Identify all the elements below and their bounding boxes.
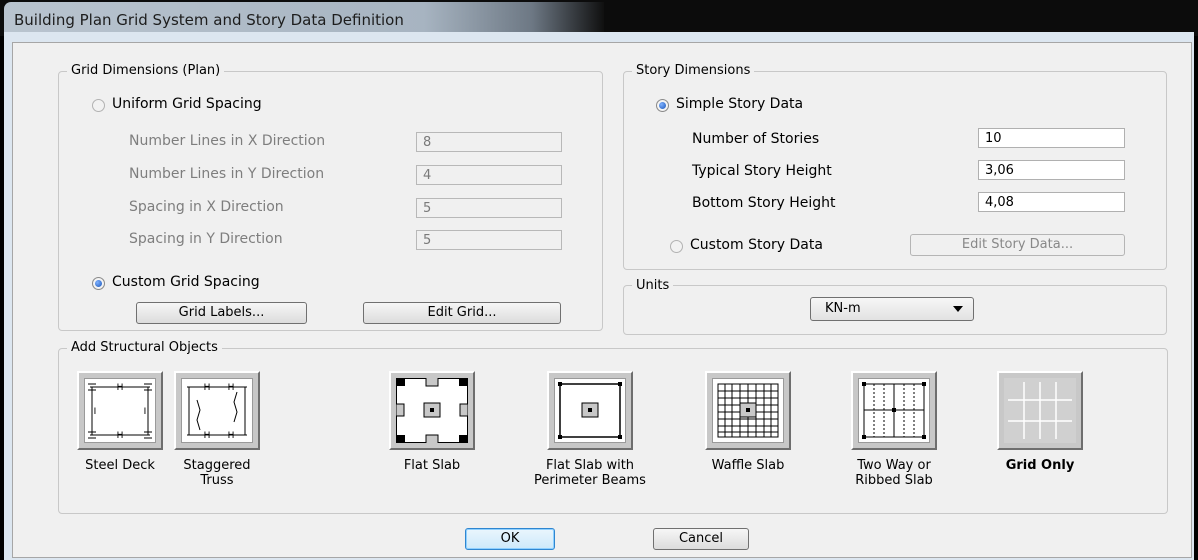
flat-slab-perimeter-beams-tile[interactable] [547, 371, 633, 450]
lines-x-input[interactable]: 8 [416, 132, 562, 152]
edit-grid-button[interactable]: Edit Grid... [363, 302, 561, 324]
svg-text:H: H [204, 383, 211, 393]
title-bar[interactable]: Building Plan Grid System and Story Data… [0, 0, 1198, 36]
grid-only-caption: Grid Only [1005, 458, 1075, 473]
dialog-body: Grid Dimensions (Plan) Uniform Grid Spac… [12, 42, 1192, 558]
grid-only-tile[interactable] [997, 371, 1083, 450]
simple-story-radio[interactable] [656, 99, 669, 112]
grid-dimensions-group: Grid Dimensions (Plan) Uniform Grid Spac… [58, 63, 603, 331]
custom-grid-radio[interactable] [92, 277, 105, 290]
custom-story-label: Custom Story Data [690, 237, 823, 253]
steel-deck-icon: H H I I [84, 378, 156, 443]
spacing-y-label: Spacing in Y Direction [129, 231, 283, 247]
flat-slab-tile[interactable] [389, 371, 475, 450]
chevron-down-icon [953, 306, 963, 312]
flat-slab-caption: Flat Slab [403, 458, 461, 473]
window-frame: Grid Dimensions (Plan) Uniform Grid Spac… [4, 32, 1194, 560]
bottom-story-height-input[interactable]: 4,08 [978, 192, 1125, 212]
units-title: Units [632, 278, 674, 293]
grid-only-icon [1004, 378, 1076, 443]
uniform-grid-radio[interactable] [92, 99, 105, 112]
number-of-stories-label: Number of Stories [692, 131, 820, 147]
spacing-y-input[interactable]: 5 [416, 230, 562, 250]
ok-button[interactable]: OK [465, 528, 555, 550]
window-title: Building Plan Grid System and Story Data… [14, 11, 404, 29]
two-way-ribbed-slab-tile[interactable] [851, 371, 937, 450]
staggered-truss-tile[interactable]: H H H H [174, 371, 260, 450]
flat-slab-perimeter-beams-caption: Flat Slab with Perimeter Beams [534, 458, 646, 488]
steel-deck-tile[interactable]: H H I I [77, 371, 163, 450]
custom-grid-label: Custom Grid Spacing [112, 274, 260, 290]
lines-x-label: Number Lines in X Direction [129, 133, 326, 149]
svg-text:I: I [94, 407, 97, 417]
spacing-x-label: Spacing in X Direction [129, 199, 284, 215]
svg-text:H: H [228, 431, 235, 441]
story-dimensions-group: Story Dimensions Simple Story Data Numbe… [623, 63, 1167, 270]
steel-deck-caption: Steel Deck [85, 458, 155, 473]
two-way-ribbed-slab-caption: Two Way or Ribbed Slab [855, 458, 933, 488]
svg-text:H: H [228, 383, 235, 393]
grid-dimensions-title: Grid Dimensions (Plan) [67, 63, 225, 78]
staggered-truss-caption: Staggered Truss [183, 458, 251, 488]
waffle-slab-icon [712, 378, 784, 443]
title-bar-glass: Building Plan Grid System and Story Data… [4, 2, 604, 36]
number-of-stories-input[interactable]: 10 [978, 128, 1125, 148]
units-selected-value: KN-m [825, 301, 861, 316]
svg-text:H: H [204, 431, 211, 441]
structural-objects-title: Add Structural Objects [67, 340, 222, 355]
story-dimensions-title: Story Dimensions [632, 63, 755, 78]
typical-story-height-input[interactable]: 3,06 [978, 160, 1125, 180]
staggered-truss-icon: H H H H [181, 378, 253, 443]
uniform-grid-label: Uniform Grid Spacing [112, 96, 262, 112]
svg-text:H: H [117, 431, 124, 441]
cancel-button[interactable]: Cancel [653, 528, 749, 550]
units-select[interactable]: KN-m [810, 297, 974, 321]
two-way-ribbed-slab-icon [858, 378, 930, 443]
simple-story-label: Simple Story Data [676, 96, 804, 112]
bottom-story-height-label: Bottom Story Height [692, 195, 836, 211]
lines-y-label: Number Lines in Y Direction [129, 166, 325, 182]
flat-slab-perimeter-beams-icon [554, 378, 626, 443]
svg-text:I: I [144, 407, 147, 417]
typical-story-height-label: Typical Story Height [692, 163, 832, 179]
units-group: Units KN-m [623, 278, 1167, 335]
structural-objects-group: Add Structural Objects H H I I Steel Dec… [58, 340, 1168, 514]
waffle-slab-tile[interactable] [705, 371, 791, 450]
lines-y-input[interactable]: 4 [416, 165, 562, 185]
grid-labels-button[interactable]: Grid Labels... [136, 302, 307, 324]
spacing-x-input[interactable]: 5 [416, 198, 562, 218]
edit-story-data-button[interactable]: Edit Story Data... [910, 234, 1125, 256]
flat-slab-icon [396, 378, 468, 443]
svg-text:H: H [117, 383, 124, 393]
waffle-slab-caption: Waffle Slab [711, 458, 785, 473]
custom-story-radio[interactable] [670, 240, 683, 253]
